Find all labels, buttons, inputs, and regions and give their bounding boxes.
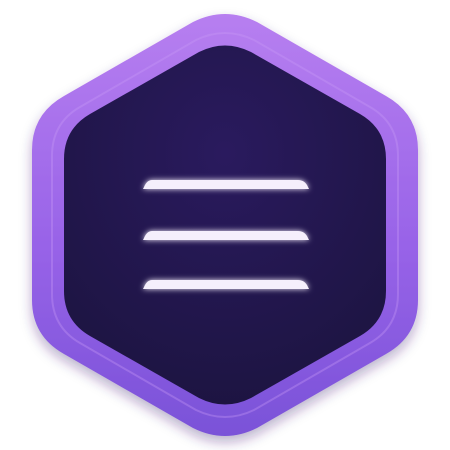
menu-bar-top bbox=[143, 180, 309, 189]
app-icon-stage bbox=[0, 0, 450, 450]
menu-bar-bottom bbox=[143, 280, 309, 289]
menu-bar-middle bbox=[143, 231, 309, 240]
hexagon-app-icon bbox=[32, 14, 418, 436]
